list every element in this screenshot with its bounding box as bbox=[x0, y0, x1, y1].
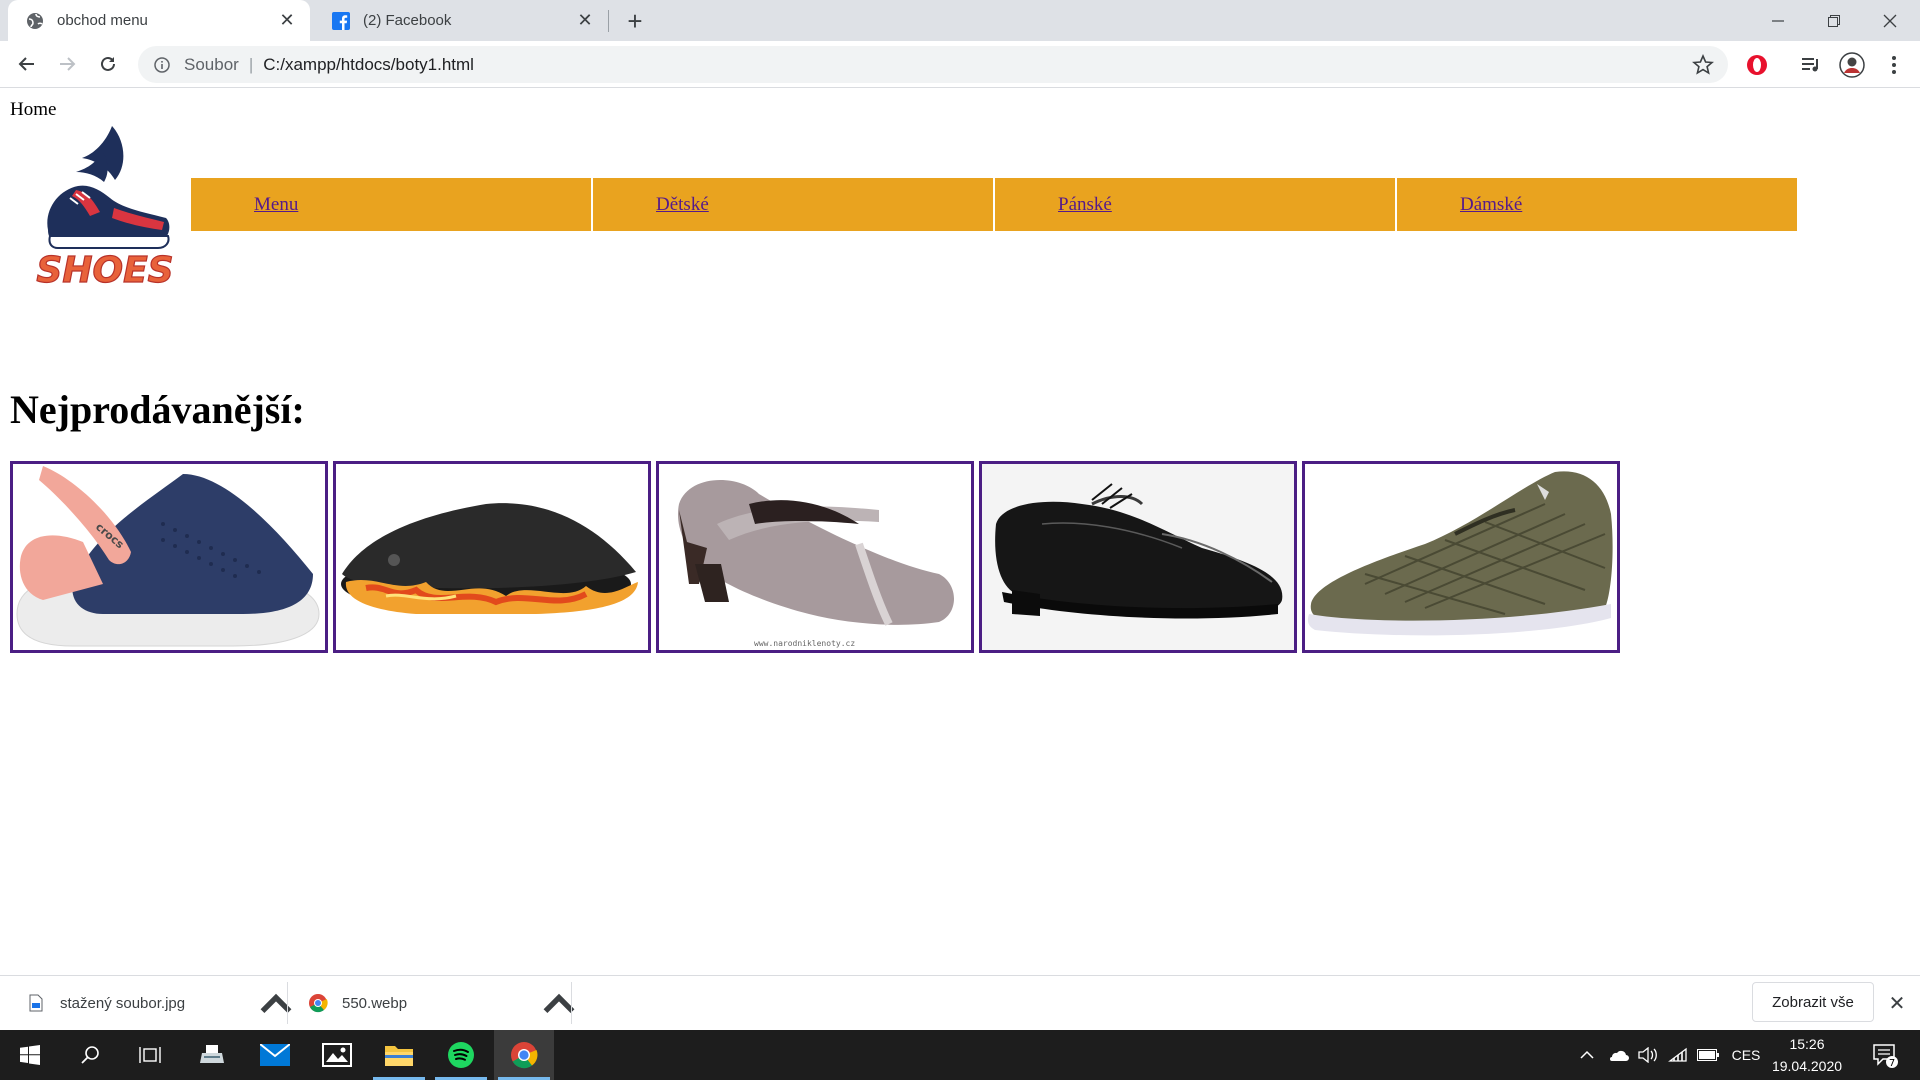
svg-text:SHOES: SHOES bbox=[36, 250, 173, 290]
page-heading: Nejprodávanější: bbox=[10, 387, 305, 432]
address-divider: | bbox=[248, 54, 254, 74]
address-bar[interactable]: Soubor | C:/xampp/htdocs/boty1.html bbox=[138, 46, 1728, 83]
clock-date: 19.04.2020 bbox=[1771, 1058, 1843, 1074]
profile-avatar[interactable] bbox=[1838, 51, 1866, 79]
menu-item-label[interactable]: Menu bbox=[254, 194, 298, 216]
download-shelf: stažený soubor.jpg 550.webp Zobrazit vše… bbox=[0, 975, 1920, 1029]
tab-strip: obchod menu ✕ (2) Facebook ✕ + bbox=[0, 0, 1920, 41]
mail-app-icon[interactable] bbox=[245, 1030, 305, 1080]
address-scheme-label: Soubor bbox=[184, 54, 239, 74]
chrome-menu-icon[interactable] bbox=[1880, 51, 1908, 79]
globe-icon bbox=[25, 11, 45, 31]
volume-icon[interactable] bbox=[1634, 1030, 1662, 1080]
tab-separator bbox=[608, 10, 609, 32]
product-image-croc-clog[interactable]: crocs bbox=[10, 461, 328, 653]
tab-title: (2) Facebook bbox=[363, 12, 452, 29]
search-icon[interactable] bbox=[60, 1030, 120, 1080]
product-gallery: crocs www.narodniklenoty.cz bbox=[10, 461, 1625, 653]
onedrive-icon[interactable] bbox=[1604, 1030, 1632, 1080]
windows-start-icon[interactable] bbox=[0, 1030, 60, 1080]
chrome-taskbar-icon[interactable] bbox=[494, 1030, 554, 1080]
notification-count: 7 bbox=[1889, 1058, 1895, 1069]
product-image-grey-heel[interactable]: www.narodniklenoty.cz bbox=[656, 461, 974, 653]
menu-item-panske[interactable]: Pánské bbox=[995, 178, 1395, 231]
show-all-downloads-button[interactable]: Zobrazit vše bbox=[1752, 982, 1874, 1022]
spotify-icon[interactable] bbox=[431, 1030, 491, 1080]
input-language-indicator[interactable]: CES bbox=[1726, 1030, 1766, 1080]
battery-icon[interactable] bbox=[1694, 1030, 1722, 1080]
download-separator bbox=[287, 982, 288, 1024]
menu-item-damske[interactable]: Dámské bbox=[1397, 178, 1797, 231]
facebook-icon bbox=[331, 11, 351, 31]
close-shelf-icon[interactable]: ✕ bbox=[1886, 992, 1908, 1015]
home-link[interactable]: Home bbox=[10, 99, 56, 121]
download-item[interactable]: 550.webp bbox=[308, 976, 407, 1030]
arrow-right-icon bbox=[60, 57, 76, 71]
back-button[interactable] bbox=[12, 49, 42, 79]
main-menu-bar: Menu Dětské Pánské Dámské bbox=[191, 178, 1798, 231]
svg-text:www.narodniklenoty.cz: www.narodniklenoty.cz bbox=[754, 639, 855, 648]
restore-button[interactable] bbox=[1806, 0, 1862, 41]
windows-taskbar: CES 15:26 19.04.2020 7 bbox=[0, 1030, 1920, 1080]
web-page: Home SHOES Menu Dětské Pánské Dámské Nej… bbox=[0, 89, 1920, 975]
product-image-derby-shoe[interactable] bbox=[979, 461, 1297, 653]
tab-facebook[interactable]: (2) Facebook ✕ bbox=[314, 0, 608, 41]
chevron-up-icon[interactable] bbox=[249, 976, 303, 1030]
wifi-icon[interactable] bbox=[1664, 1030, 1692, 1080]
forward-button[interactable] bbox=[52, 49, 82, 79]
chevron-up-icon[interactable] bbox=[1574, 1030, 1600, 1080]
system-clock[interactable]: 15:26 19.04.2020 bbox=[1765, 1033, 1849, 1077]
menu-item-label[interactable]: Dětské bbox=[656, 194, 709, 216]
close-tab-icon[interactable]: ✕ bbox=[572, 8, 598, 34]
arrow-left-icon bbox=[18, 57, 34, 71]
tab-obchod-menu[interactable]: obchod menu ✕ bbox=[8, 0, 310, 41]
download-filename: stažený soubor.jpg bbox=[60, 994, 186, 1012]
menu-item-label[interactable]: Dámské bbox=[1460, 194, 1522, 216]
printer-app-icon[interactable] bbox=[182, 1030, 242, 1080]
chevron-up-icon[interactable] bbox=[532, 976, 586, 1030]
product-image-olive-sneaker[interactable] bbox=[1302, 461, 1620, 653]
info-icon[interactable] bbox=[152, 55, 172, 75]
file-explorer-icon[interactable] bbox=[369, 1030, 429, 1080]
task-view-icon[interactable] bbox=[120, 1030, 180, 1080]
menu-item-menu[interactable]: Menu bbox=[191, 178, 591, 231]
product-image-flame-clog[interactable] bbox=[333, 461, 651, 653]
menu-item-label[interactable]: Pánské bbox=[1058, 194, 1112, 216]
browser-toolbar: Soubor | C:/xampp/htdocs/boty1.html bbox=[0, 41, 1920, 88]
tab-title: obchod menu bbox=[57, 12, 148, 29]
download-separator bbox=[571, 982, 572, 1024]
reload-button[interactable] bbox=[93, 49, 123, 79]
close-window-button[interactable] bbox=[1862, 0, 1918, 41]
download-filename: 550.webp bbox=[342, 994, 408, 1012]
close-tab-icon[interactable]: ✕ bbox=[274, 8, 300, 34]
menu-item-detske[interactable]: Dětské bbox=[593, 178, 993, 231]
media-queue-icon[interactable] bbox=[1797, 51, 1825, 79]
opera-extension-icon[interactable] bbox=[1743, 51, 1771, 79]
download-item[interactable]: stažený soubor.jpg bbox=[26, 976, 185, 1030]
chrome-file-icon bbox=[308, 993, 328, 1013]
image-file-icon bbox=[26, 993, 46, 1013]
bookmark-star-icon[interactable] bbox=[1692, 53, 1714, 76]
notification-center-icon[interactable]: 7 bbox=[1862, 1030, 1908, 1080]
address-url[interactable]: C:/xampp/htdocs/boty1.html bbox=[263, 55, 474, 75]
photos-app-icon[interactable] bbox=[307, 1030, 367, 1080]
shoes-logo: SHOES bbox=[30, 120, 180, 292]
clock-time: 15:26 bbox=[1789, 1036, 1825, 1052]
new-tab-button[interactable]: + bbox=[620, 6, 650, 36]
minimize-button[interactable] bbox=[1750, 0, 1806, 41]
reload-icon bbox=[101, 56, 115, 71]
